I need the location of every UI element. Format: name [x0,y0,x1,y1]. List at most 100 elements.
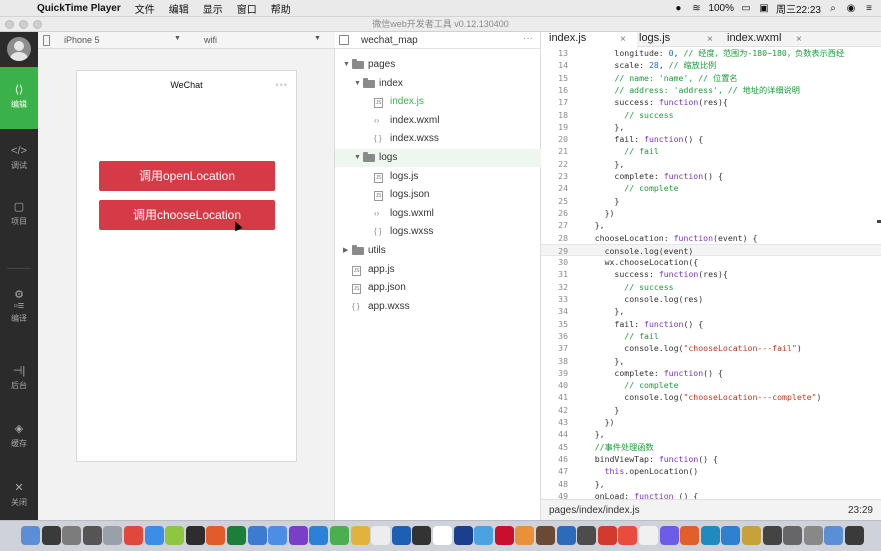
dock-finder-icon[interactable] [21,526,40,545]
dock-app-icon[interactable] [845,526,864,545]
minimize-window-button[interactable] [19,20,28,29]
dock-vscode-icon[interactable] [268,526,288,545]
file-tree-item[interactable]: ▼ index [335,75,541,93]
code-line[interactable]: 43 }) [541,416,881,428]
code-line[interactable]: 31 success: function(res){ [541,268,881,280]
code-line[interactable]: 36 // fail [541,330,881,342]
more-icon[interactable]: ••• [276,71,288,99]
code-line[interactable]: 20 fail: function() { [541,133,881,145]
user-icon[interactable]: ◉ [845,3,857,14]
code-line[interactable]: 18 // success [541,109,881,121]
menu-item-window[interactable]: 窗口 [230,1,264,16]
close-tab-icon[interactable]: × [796,33,802,46]
code-line[interactable]: 24 // complete [541,182,881,194]
file-tree-item[interactable]: { } index.wxss [335,130,541,148]
code-line[interactable]: 32 // success [541,281,881,293]
dock-filezilla-icon[interactable] [577,526,597,545]
code-line[interactable]: 16 // address: 'address', // 地址的详细说明 [541,84,881,96]
menu-item-edit[interactable]: 编辑 [162,1,196,16]
code-line[interactable]: 17 success: function(res){ [541,96,881,108]
code-line[interactable]: 33 console.log(res) [541,293,881,305]
dock-xcode-icon[interactable] [247,526,267,545]
zoom-window-button[interactable] [33,20,42,29]
dock-wechat-icon[interactable] [185,526,205,545]
dock-qq-icon[interactable] [206,526,226,545]
dock-firefox-icon[interactable] [680,526,700,545]
dock-redis-icon[interactable] [597,526,617,545]
code-line[interactable]: 22 }, [541,158,881,170]
file-tree-item[interactable]: JS logs.json [335,186,541,204]
file-tree-item[interactable]: JS index.js [335,93,541,111]
network-select[interactable]: wifi [204,35,217,45]
code-line[interactable]: 23 complete: function() { [541,170,881,182]
code-line[interactable]: 27 }, [541,219,881,231]
dock-appstore-icon[interactable] [165,526,185,545]
menu-item-file[interactable]: 文件 [128,1,162,16]
dock-word-icon[interactable] [391,526,411,545]
dock-terminal-icon[interactable] [412,526,432,545]
code-line[interactable]: 28 chooseLocation: function(event) { [541,232,881,244]
dock-safari-alt-icon[interactable] [82,526,102,545]
tab-index-js[interactable]: index.js × [541,32,637,47]
input-method-icon[interactable]: ▣ [758,3,770,14]
menu-item-help[interactable]: 帮助 [264,1,298,16]
sidebar-item-project[interactable]: ▢ 项目 [0,200,38,227]
code-line[interactable]: 37 console.log("chooseLocation---fail") [541,342,881,354]
code-line[interactable]: 41 console.log("chooseLocation---complet… [541,391,881,403]
close-tab-icon[interactable]: × [620,33,626,46]
close-tab-icon[interactable]: × [707,33,713,46]
code-line[interactable]: 46 bindViewTap: function() { [541,453,881,465]
dock-photoshop-icon[interactable] [453,526,473,545]
dock-charles-icon[interactable] [721,526,741,545]
file-tree-item[interactable]: JS app.js [335,261,541,279]
code-line[interactable]: 35 fail: function() { [541,318,881,330]
dock-launchpad-icon[interactable] [62,526,82,545]
sidebar-item-close[interactable]: ✕ 关闭 [0,481,38,508]
chevron-right-icon[interactable]: ▶ [343,242,348,260]
dock-display-icon[interactable] [762,526,782,545]
code-line[interactable]: 48 }, [541,478,881,490]
choose-location-button[interactable]: 调用chooseLocation [99,200,275,230]
code-line[interactable]: 39 complete: function() { [541,367,881,379]
code-line[interactable]: 42 } [541,404,881,416]
dock-sourcetree-icon[interactable] [309,526,329,545]
dock-terminal-alt-icon[interactable] [288,526,308,545]
dock-pages-icon[interactable] [494,526,514,545]
tab-index-wxml[interactable]: index.wxml × [720,32,813,47]
code-line[interactable]: 34 }, [541,305,881,317]
code-line[interactable]: 47 this.openLocation() [541,465,881,477]
code-line[interactable]: 19 }, [541,121,881,133]
sidebar-item-debug[interactable]: </> 调试 [0,144,38,171]
code-line[interactable]: 29 console.log(event) [541,243,881,257]
dock-app-icon[interactable] [824,526,844,545]
file-tree-item[interactable]: ▼ logs [335,149,541,167]
code-area[interactable]: 13 longitude: 0, // 经度，范围为-180~180，负数表示西… [541,47,881,499]
file-tree-item[interactable]: { } logs.wxss [335,223,541,241]
chevron-down-icon[interactable]: ▼ [354,75,361,93]
clock[interactable]: 周三22:23 [776,1,821,16]
more-icon[interactable]: ··· [523,33,533,44]
dock-sketch-icon[interactable] [515,526,535,545]
code-line[interactable]: 30 wx.chooseLocation({ [541,256,881,268]
dock-scissors-icon[interactable] [536,526,555,545]
dock-xmind-icon[interactable] [618,526,638,545]
dock-calendar-icon[interactable] [124,526,143,545]
file-tree-item[interactable]: { } app.wxss [335,298,541,316]
dock-preferences-icon[interactable] [103,526,123,545]
device-select[interactable]: iPhone 5 [64,35,100,45]
dock-paper-icon[interactable] [371,526,391,545]
code-line[interactable]: 26 }) [541,207,881,219]
sidebar-item-edit[interactable]: ⟨⟩ 编辑 [0,67,38,129]
dock-teamviewer-icon[interactable] [742,526,761,545]
notification-icon[interactable]: ● [672,3,684,14]
code-line[interactable]: 44 }, [541,428,881,440]
file-tree-item[interactable]: ▶ utils [335,242,541,260]
dock-chrome-icon[interactable] [144,526,164,545]
tab-logs-js[interactable]: logs.js × [637,32,720,47]
dock-plane-icon[interactable] [474,526,494,545]
code-line[interactable]: 21 // fail [541,145,881,157]
chevron-down-icon[interactable]: ▼ [354,149,361,167]
code-line[interactable]: 38 }, [541,355,881,367]
code-line[interactable]: 49 onLoad: function () { [541,490,881,499]
file-tree-item[interactable]: ▼ pages [335,56,541,74]
